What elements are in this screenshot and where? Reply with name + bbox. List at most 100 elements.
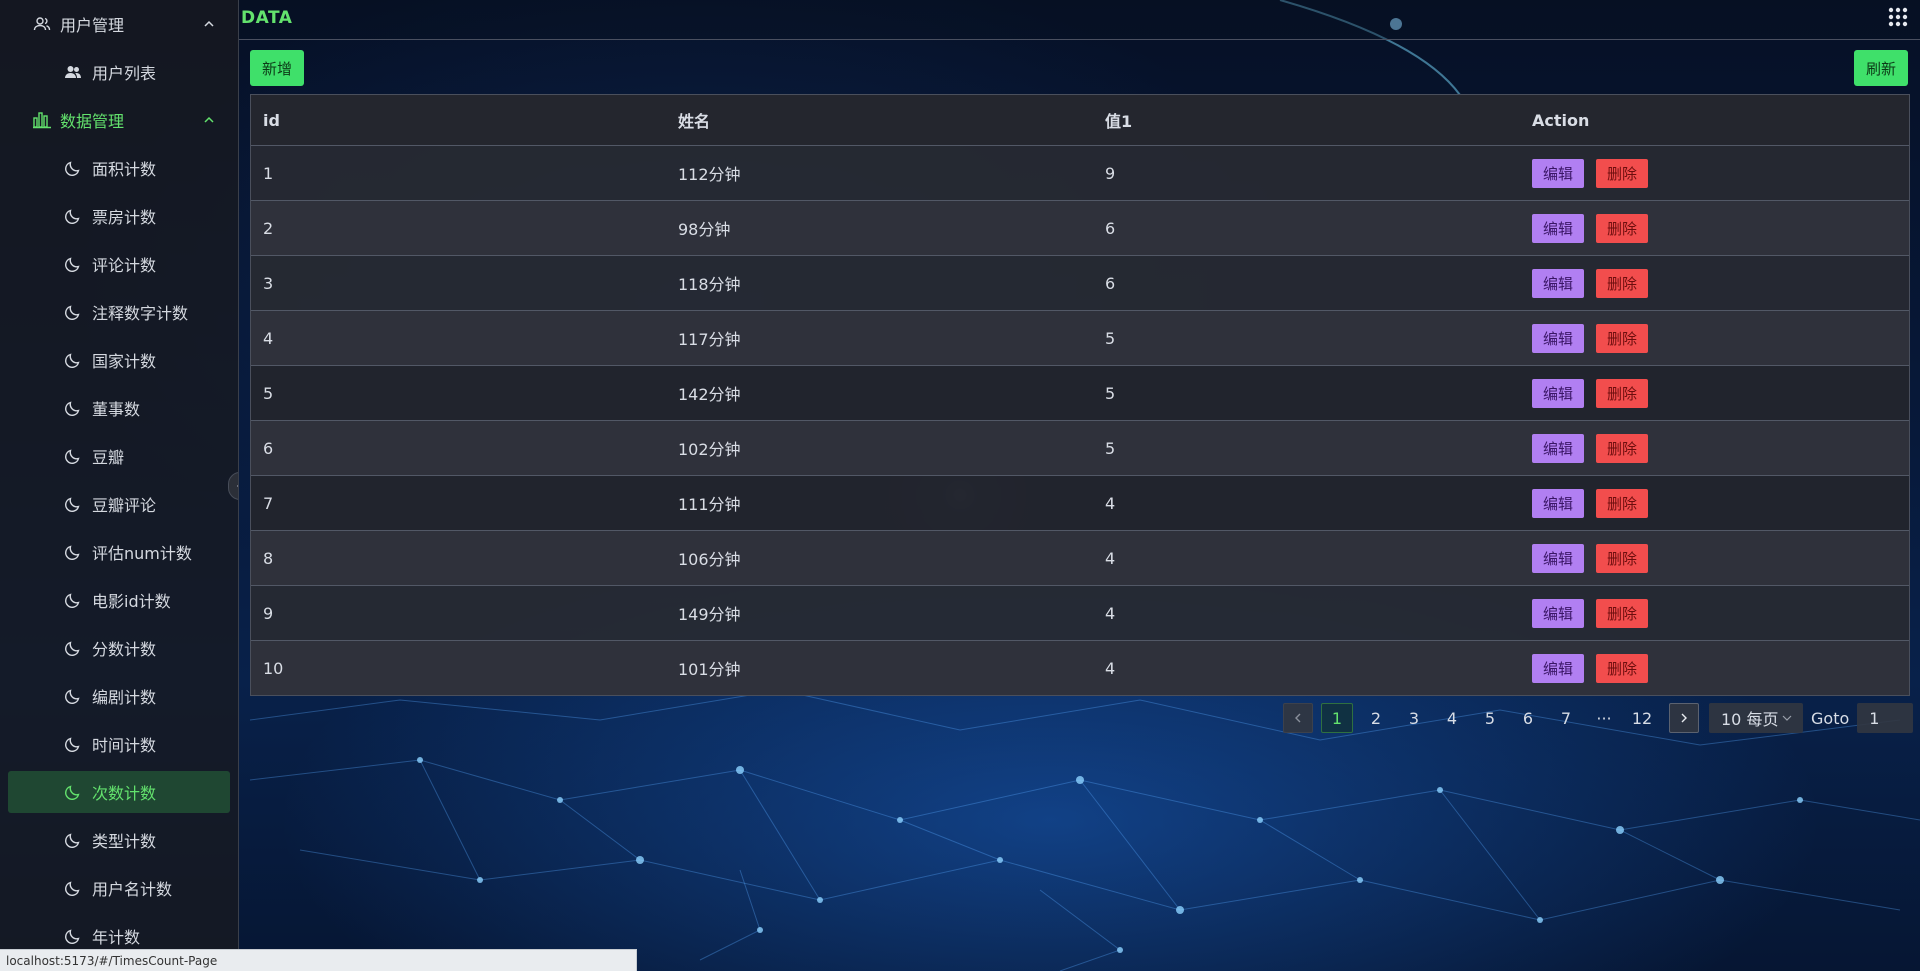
page-number[interactable]: 4	[1437, 704, 1467, 732]
delete-button[interactable]: 删除	[1596, 543, 1648, 573]
cell-name: 118分钟	[678, 275, 741, 294]
table-row: 10 101分钟 4 编辑 删除	[251, 641, 1909, 695]
sidebar-item-8[interactable]: 豆瓣评论	[0, 480, 238, 528]
sidebar-item-16[interactable]: 用户名计数	[0, 864, 238, 912]
sidebar-item-label: 豆瓣	[92, 448, 125, 467]
edit-button[interactable]: 编辑	[1532, 378, 1584, 408]
sidebar-item-user-list[interactable]: 用户列表	[0, 48, 238, 96]
cell-id: 5	[263, 383, 274, 403]
sidebar-item-2[interactable]: 票房计数	[0, 192, 238, 240]
cell-action: 编辑 删除	[1520, 378, 1909, 408]
goto-input[interactable]	[1857, 703, 1914, 733]
page-number[interactable]: 7	[1551, 704, 1581, 732]
sidebar-item-10[interactable]: 电影id计数	[0, 576, 238, 624]
sidebar-item-3[interactable]: 评论计数	[0, 240, 238, 288]
cell-id: 6	[263, 438, 274, 458]
sidebar-item-6[interactable]: 董事数	[0, 384, 238, 432]
delete-button[interactable]: 删除	[1596, 433, 1648, 463]
table-row: 1 112分钟 9 编辑 删除	[251, 146, 1909, 201]
page-number[interactable]: 1	[1321, 703, 1353, 733]
cell-action: 编辑 删除	[1520, 433, 1909, 463]
delete-button[interactable]: 删除	[1596, 378, 1648, 408]
delete-button[interactable]: 删除	[1596, 158, 1648, 188]
cell-name: 117分钟	[678, 330, 741, 349]
delete-button[interactable]: 删除	[1596, 323, 1648, 353]
moon-icon	[64, 735, 82, 753]
delete-button[interactable]: 删除	[1596, 213, 1648, 243]
sidebar: 用户管理 用户列表 数据管理 面积计数票房计数 评论计数 注释数字计数 国家计数 董事数…	[0, 0, 239, 971]
edit-button[interactable]: 编辑	[1532, 323, 1584, 353]
sidebar-item-9[interactable]: 评估num计数	[0, 528, 238, 576]
browser-status-url: localhost:5173/#/TimesCount-Page	[0, 949, 637, 971]
column-header-id: id	[263, 110, 280, 130]
page-number[interactable]: 2	[1361, 704, 1391, 732]
menu-group-user-management[interactable]: 用户管理	[0, 0, 238, 48]
bar-chart-icon	[32, 110, 52, 130]
add-button[interactable]: 新增	[250, 50, 305, 86]
page-number[interactable]: 3	[1399, 704, 1429, 732]
cell-id: 2	[263, 218, 274, 238]
delete-button[interactable]: 删除	[1596, 653, 1648, 683]
edit-button[interactable]: 编辑	[1532, 213, 1584, 243]
moon-icon	[64, 687, 82, 705]
page-number[interactable]: 12	[1627, 704, 1657, 732]
edit-button[interactable]: 编辑	[1532, 158, 1584, 188]
sidebar-item-13[interactable]: 时间计数	[0, 720, 238, 768]
page-number[interactable]: 5	[1475, 704, 1505, 732]
page-number[interactable]: 6	[1513, 704, 1543, 732]
chevron-left-icon	[236, 484, 238, 488]
cell-id: 8	[263, 548, 274, 568]
edit-button[interactable]: 编辑	[1532, 653, 1584, 683]
delete-button[interactable]: 删除	[1596, 268, 1648, 298]
page-size-select[interactable]: 10 每页	[1709, 703, 1803, 733]
sidebar-item-12[interactable]: 编剧计数	[0, 672, 238, 720]
sidebar-item-7[interactable]: 豆瓣	[0, 432, 238, 480]
edit-button[interactable]: 编辑	[1532, 598, 1584, 628]
sidebar-item-label: 时间计数	[92, 736, 157, 755]
cell-value: 9	[1105, 163, 1116, 183]
cell-id: 7	[263, 493, 274, 513]
table-row: 6 102分钟 5 编辑 删除	[251, 421, 1909, 476]
cell-name: 111分钟	[678, 495, 741, 514]
delete-button[interactable]: 删除	[1596, 488, 1648, 518]
moon-icon	[64, 495, 82, 513]
table-row: 5 142分钟 5 编辑 删除	[251, 366, 1909, 421]
cell-name: 98分钟	[678, 220, 731, 239]
chevron-up-icon	[204, 116, 214, 123]
sidebar-item-label: 面积计数	[92, 160, 157, 179]
cell-id: 3	[263, 273, 274, 293]
sidebar-item-11[interactable]: 分数计数	[0, 624, 238, 672]
sidebar-item-1[interactable]: 面积计数	[0, 144, 238, 192]
sidebar-item-label: 类型计数	[92, 832, 157, 851]
edit-button[interactable]: 编辑	[1532, 433, 1584, 463]
sidebar-item-4[interactable]: 注释数字计数	[0, 288, 238, 336]
delete-button[interactable]: 删除	[1596, 598, 1648, 628]
refresh-button[interactable]: 刷新	[1853, 50, 1908, 86]
edit-button[interactable]: 编辑	[1532, 268, 1584, 298]
chevron-up-icon	[204, 20, 214, 27]
menu-group-data-management[interactable]: 数据管理	[0, 96, 238, 144]
table-row: 8 106分钟 4 编辑 删除	[251, 531, 1909, 586]
edit-button[interactable]: 编辑	[1532, 488, 1584, 518]
moon-icon	[64, 639, 82, 657]
cell-action: 编辑 删除	[1520, 653, 1909, 683]
menu-group-label: 用户管理	[60, 16, 125, 35]
sidebar-item-5[interactable]: 国家计数	[0, 336, 238, 384]
moon-icon	[64, 447, 82, 465]
sidebar-item-15[interactable]: 类型计数	[0, 816, 238, 864]
prev-page-button[interactable]	[1283, 703, 1313, 733]
goto-label: Goto	[1811, 708, 1850, 728]
table-row: 4 117分钟 5 编辑 删除	[251, 311, 1909, 366]
top-header: DATA	[239, 0, 1920, 40]
user-group-icon	[64, 63, 82, 81]
sidebar-item-label: 编剧计数	[92, 688, 157, 707]
cell-name: 102分钟	[678, 440, 741, 459]
apps-grid-icon[interactable]	[1888, 7, 1908, 27]
sidebar-item-label: 用户名计数	[92, 880, 173, 899]
page-ellipsis[interactable]: ···	[1589, 704, 1619, 732]
next-page-button[interactable]	[1669, 703, 1699, 733]
sidebar-item-14[interactable]: 次数计数	[0, 768, 238, 816]
cell-id: 1	[263, 163, 274, 183]
edit-button[interactable]: 编辑	[1532, 543, 1584, 573]
column-header-name: 姓名	[678, 112, 711, 131]
